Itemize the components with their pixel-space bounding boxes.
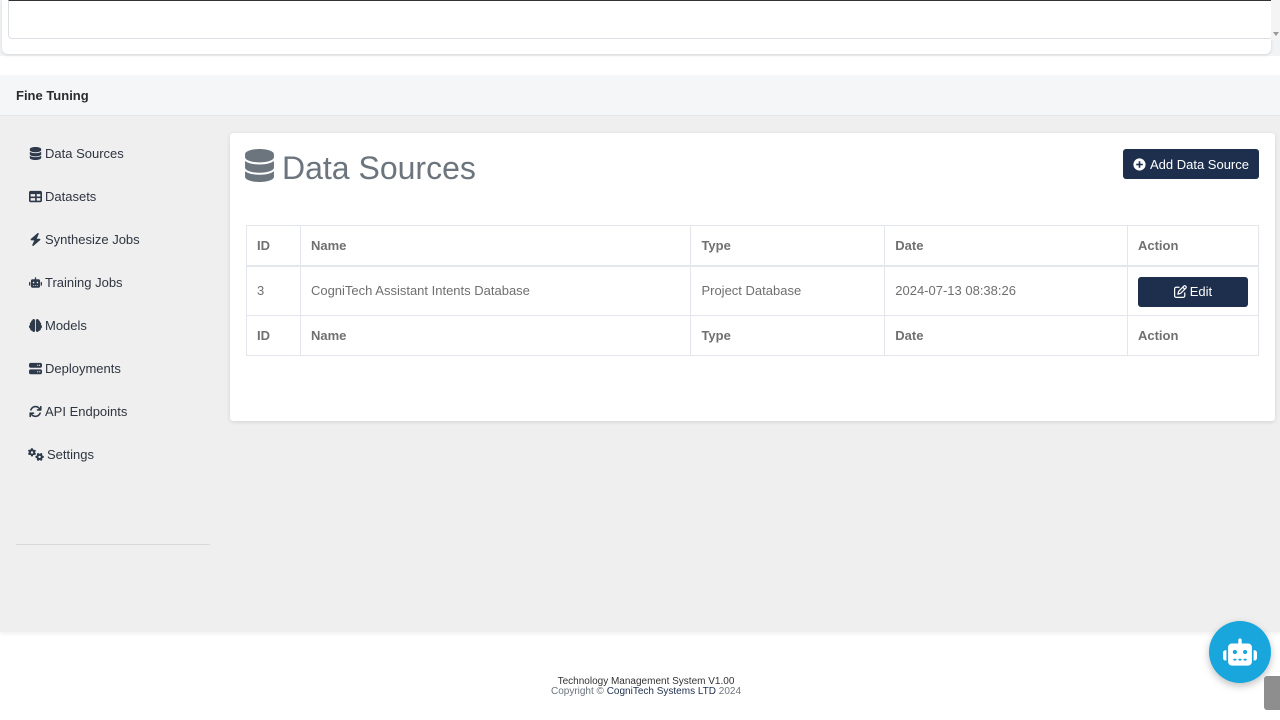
- table-row: 3 CogniTech Assistant Intents Database P…: [246, 265, 1260, 316]
- cell-type: Project Database: [690, 265, 886, 316]
- data-sources-table: ID Name Type Date Action 3 CogniTech Ass…: [246, 225, 1260, 356]
- robot-icon: [1223, 638, 1257, 666]
- panel-header: Fine Tuning: [0, 75, 1280, 116]
- fine-tuning-panel: Fine Tuning Data Sources Datasets Synthe…: [0, 75, 1280, 632]
- cell-id: 3: [246, 265, 301, 316]
- page-title: Data Sources: [245, 149, 476, 187]
- cell-action: Edit: [1126, 265, 1260, 316]
- column-header-type[interactable]: Type: [690, 225, 886, 267]
- footer-copyright: Copyright © CogniTech Systems LTD 2024: [0, 686, 1280, 697]
- cell-date: 2024-07-13 08:38:26: [884, 265, 1128, 316]
- gears-icon: [28, 448, 44, 462]
- sidebar-item-label: Datasets: [45, 189, 97, 204]
- sidebar-item-settings[interactable]: Settings: [16, 433, 210, 476]
- bolt-icon: [28, 233, 42, 247]
- footer-header-action: Action: [1126, 315, 1260, 356]
- sidebar-item-deployments[interactable]: Deployments: [16, 347, 210, 390]
- scroll-to-top-button[interactable]: [1264, 676, 1280, 710]
- sidebar-item-label: Training Jobs: [45, 275, 123, 290]
- server-icon: [28, 362, 42, 376]
- sidebar-item-datasets[interactable]: Datasets: [16, 175, 210, 218]
- sidebar-item-label: Settings: [47, 447, 94, 462]
- data-sources-card: Data Sources Add Data Source ID Name Typ…: [230, 133, 1275, 421]
- robot-icon: [28, 276, 42, 290]
- plus-circle-icon: [1133, 157, 1146, 171]
- sidebar-item-label: Synthesize Jobs: [45, 232, 140, 247]
- sidebar-item-training-jobs[interactable]: Training Jobs: [16, 261, 210, 304]
- database-icon: [28, 147, 42, 161]
- table-icon: [28, 190, 42, 204]
- add-data-source-button[interactable]: Add Data Source: [1122, 149, 1259, 179]
- top-strip: [0, 0, 1280, 56]
- add-data-source-label: Add Data Source: [1149, 156, 1249, 172]
- page-title-text: Data Sources: [282, 149, 476, 186]
- sidebar-item-synthesize-jobs[interactable]: Synthesize Jobs: [16, 218, 210, 261]
- sidebar-item-label: Data Sources: [45, 146, 124, 161]
- brain-icon: [28, 319, 42, 333]
- sidebar-item-label: API Endpoints: [45, 404, 128, 419]
- column-header-action: Action: [1126, 225, 1260, 267]
- column-header-name[interactable]: Name: [299, 225, 692, 267]
- sidebar-item-data-sources[interactable]: Data Sources: [16, 132, 210, 175]
- sidebar-divider: [16, 544, 210, 545]
- cell-name: CogniTech Assistant Intents Database: [299, 265, 692, 316]
- edit-icon: [1173, 285, 1187, 299]
- column-header-id[interactable]: ID: [246, 225, 301, 267]
- company-link[interactable]: CogniTech Systems LTD: [607, 686, 716, 697]
- sync-icon: [28, 405, 42, 419]
- edit-button-label: Edit: [1189, 284, 1213, 300]
- page-footer: Technology Management System V1.00 Copyr…: [0, 652, 1280, 720]
- footer-header-type: Type: [690, 315, 886, 356]
- scroll-down-arrow-icon[interactable]: [1273, 32, 1279, 36]
- copyright-year: 2024: [716, 686, 742, 697]
- edit-button[interactable]: Edit: [1137, 276, 1248, 307]
- table-header-row: ID Name Type Date Action: [246, 225, 1260, 267]
- panel-title: Fine Tuning: [16, 88, 89, 103]
- footer-header-date: Date: [884, 315, 1128, 356]
- sidebar-item-label: Deployments: [45, 361, 121, 376]
- footer-header-id: ID: [246, 315, 301, 356]
- sidebar-item-models[interactable]: Models: [16, 304, 210, 347]
- sidebar-item-label: Models: [45, 318, 87, 333]
- copyright-prefix: Copyright ©: [550, 686, 607, 697]
- sidebar-item-api-endpoints[interactable]: API Endpoints: [16, 390, 210, 433]
- table-footer-row: ID Name Type Date Action: [246, 315, 1260, 356]
- database-icon: [245, 149, 274, 187]
- sidebar: Data Sources Datasets Synthesize Jobs Tr…: [16, 132, 210, 545]
- column-header-date[interactable]: Date: [884, 225, 1128, 267]
- top-text-area[interactable]: [8, 0, 1273, 39]
- footer-header-name: Name: [299, 315, 692, 356]
- top-scrollbar[interactable]: [1271, 0, 1280, 40]
- top-container: [2, 0, 1273, 54]
- chatbot-button[interactable]: [1209, 621, 1271, 683]
